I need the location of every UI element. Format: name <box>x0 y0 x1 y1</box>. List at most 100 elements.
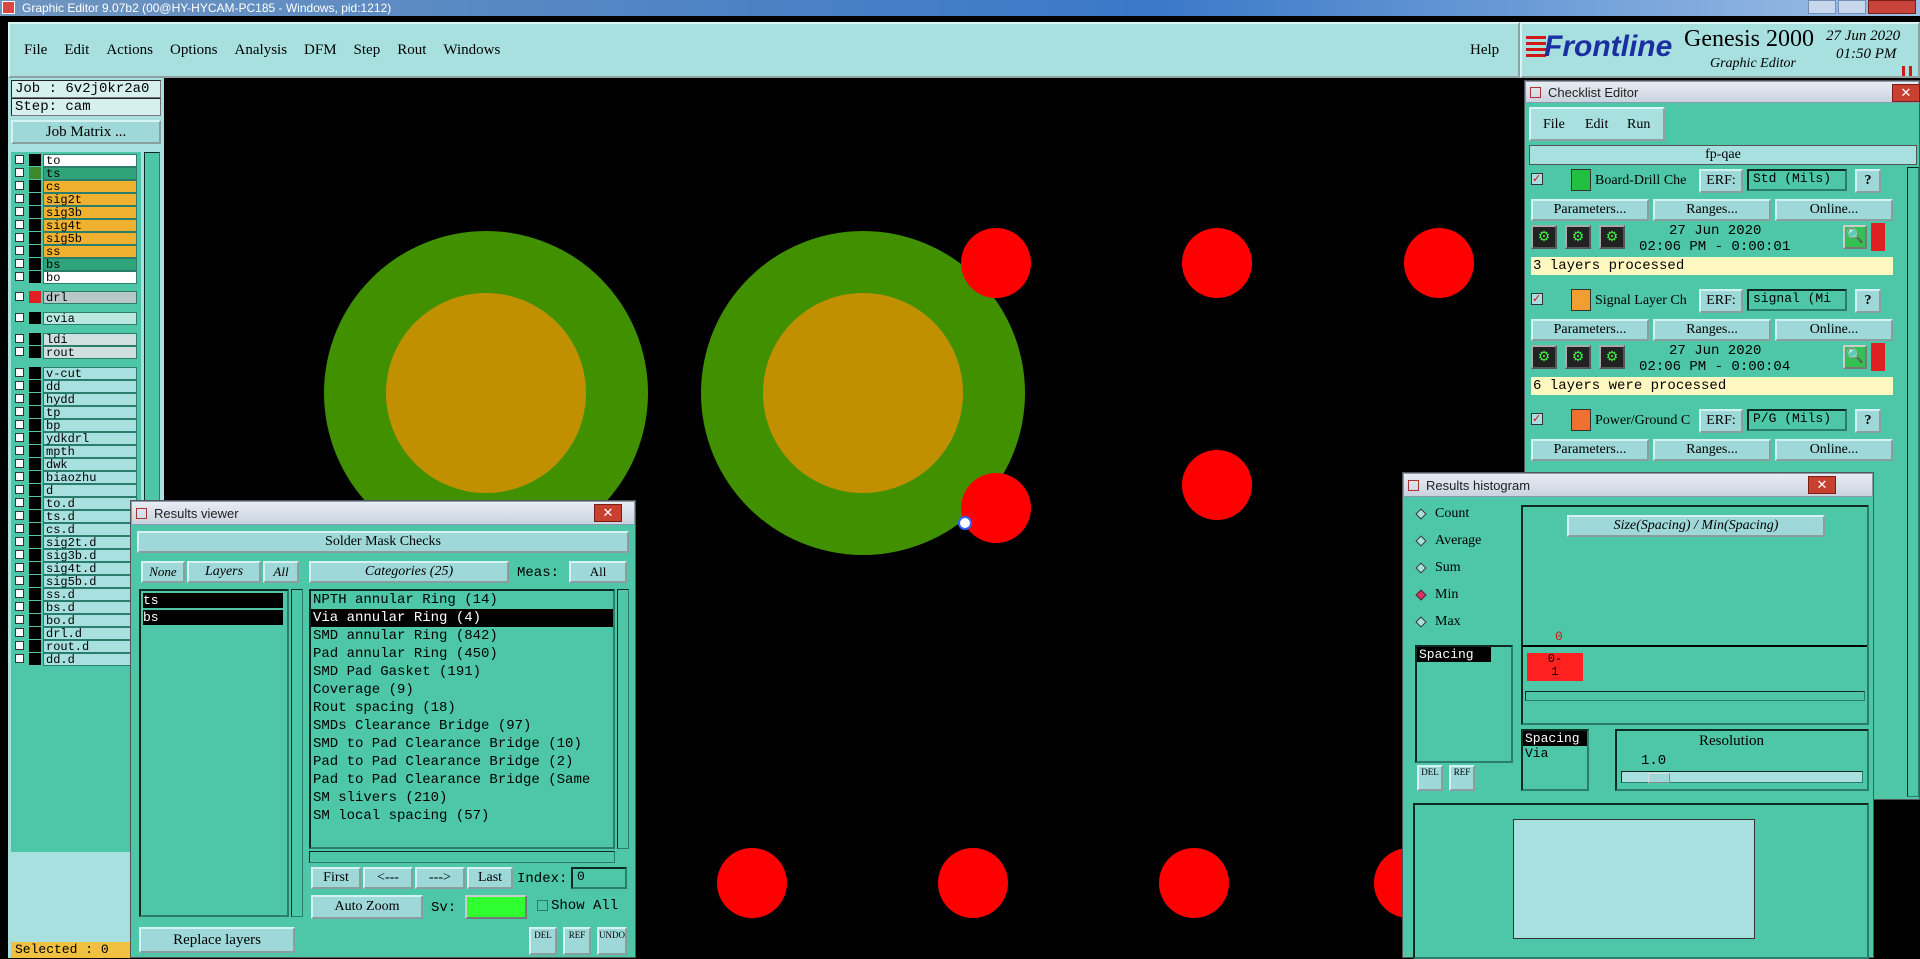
layer-swatch[interactable] <box>29 484 41 496</box>
layer-checkbox[interactable] <box>15 194 24 203</box>
layer-name[interactable]: rout <box>43 346 137 360</box>
layer-checkbox[interactable] <box>15 272 24 281</box>
layer-swatch[interactable] <box>29 206 41 218</box>
run-icon[interactable]: ⚙ <box>1599 225 1625 249</box>
next-button[interactable]: ---> <box>415 867 465 889</box>
layer-row[interactable]: ts <box>13 167 139 181</box>
layer-name[interactable]: rout.d <box>43 640 137 654</box>
layer-row[interactable]: to.d <box>13 497 139 511</box>
layer-checkbox[interactable] <box>15 537 24 546</box>
layer-row[interactable]: sig4t <box>13 219 139 233</box>
menu-windows[interactable]: Windows <box>443 42 500 59</box>
layer-name[interactable]: ss <box>43 245 137 259</box>
layer-swatch[interactable] <box>29 575 41 587</box>
layer-name[interactable]: cs.d <box>43 523 137 537</box>
menu-actions[interactable]: Actions <box>106 42 153 59</box>
layer-row[interactable]: cs.d <box>13 523 139 537</box>
layer-checkbox[interactable] <box>15 641 24 650</box>
layer-row[interactable]: dd <box>13 380 139 394</box>
layer-name[interactable]: ts.d <box>43 510 137 524</box>
all-layers-button[interactable]: All <box>263 561 299 583</box>
layer-row[interactable]: rout.d <box>13 640 139 654</box>
layer-name[interactable]: bs.d <box>43 601 137 615</box>
layer-name[interactable]: sig2t.d <box>43 536 137 550</box>
layer-swatch[interactable] <box>29 419 41 431</box>
parameters-button[interactable]: Parameters... <box>1531 439 1649 461</box>
list-item[interactable]: Coverage (9) <box>311 681 613 699</box>
layer-name[interactable]: drl <box>43 291 137 305</box>
layer-row[interactable]: ldi <box>13 333 139 347</box>
layer-swatch[interactable] <box>29 333 41 345</box>
layer-swatch[interactable] <box>29 497 41 509</box>
layer-checkbox[interactable] <box>15 233 24 242</box>
run-icon[interactable]: ⚙ <box>1565 345 1591 369</box>
layer-name[interactable]: sig3b <box>43 206 137 220</box>
layer-name[interactable]: v-cut <box>43 367 137 381</box>
menu-file[interactable]: File <box>24 42 47 59</box>
minimize-button[interactable] <box>1808 0 1836 14</box>
list-item[interactable]: Spacing <box>1523 731 1587 746</box>
layer-row[interactable]: ss.d <box>13 588 139 602</box>
layer-name[interactable]: sig5b.d <box>43 575 137 589</box>
layer-name[interactable]: d <box>43 484 137 498</box>
layer-name[interactable]: to <box>43 154 137 168</box>
layer-row[interactable]: sig3b.d <box>13 549 139 563</box>
layer-row[interactable]: d <box>13 484 139 498</box>
last-button[interactable]: Last <box>467 867 513 889</box>
radio-diamond-icon[interactable] <box>1415 589 1427 601</box>
layer-checkbox[interactable] <box>15 420 24 429</box>
layer-name[interactable]: hydd <box>43 393 137 407</box>
layer-checkbox[interactable] <box>15 628 24 637</box>
ranges-button[interactable]: Ranges... <box>1653 439 1771 461</box>
parameters-button[interactable]: Parameters... <box>1531 319 1649 341</box>
index-input[interactable]: 0 <box>571 867 627 889</box>
run-icon[interactable]: ⚙ <box>1565 225 1591 249</box>
layer-checkbox[interactable] <box>15 292 24 301</box>
layer-swatch[interactable] <box>29 432 41 444</box>
layer-swatch[interactable] <box>29 549 41 561</box>
parameters-button[interactable]: Parameters... <box>1531 199 1649 221</box>
layer-row[interactable]: bs <box>13 258 139 272</box>
list-item[interactable]: Spacing <box>1417 647 1491 662</box>
layer-swatch[interactable] <box>29 180 41 192</box>
layer-name[interactable]: bo.d <box>43 614 137 628</box>
layer-swatch[interactable] <box>29 393 41 405</box>
help-icon[interactable]: ? <box>1855 169 1881 193</box>
histogram-bar[interactable]: 0- 1 <box>1527 653 1583 681</box>
layer-checkbox[interactable] <box>15 589 24 598</box>
layer-checkbox[interactable] <box>15 459 24 468</box>
layer-row[interactable]: bo.d <box>13 614 139 628</box>
layer-list-scrollbar[interactable] <box>291 589 303 917</box>
menu-step[interactable]: Step <box>354 42 381 59</box>
layer-name[interactable]: bs <box>43 258 137 272</box>
layer-name[interactable]: sig3b.d <box>43 549 137 563</box>
layer-row[interactable]: cvia <box>13 312 139 326</box>
layer-swatch[interactable] <box>29 232 41 244</box>
layer-checkbox[interactable] <box>15 563 24 572</box>
list-item[interactable]: Pad annular Ring (450) <box>311 645 613 663</box>
help-icon[interactable]: ? <box>1855 409 1881 433</box>
window-close-button[interactable] <box>1868 0 1916 14</box>
erf-value[interactable]: P/G (Mils) <box>1747 409 1847 431</box>
layer-swatch[interactable] <box>29 271 41 283</box>
layer-row[interactable]: ts.d <box>13 510 139 524</box>
radio-diamond-icon[interactable] <box>1415 616 1427 628</box>
layer-row[interactable]: ydkdrl <box>13 432 139 446</box>
layer-row[interactable]: ss <box>13 245 139 259</box>
layer-name[interactable]: bo <box>43 271 137 285</box>
layer-checkbox[interactable] <box>15 485 24 494</box>
list-item[interactable]: bs <box>143 610 283 625</box>
layer-checkbox[interactable] <box>15 381 24 390</box>
layer-swatch[interactable] <box>29 588 41 600</box>
checklist-menu-file[interactable]: File <box>1543 117 1565 133</box>
action-name[interactable]: Power/Ground C <box>1595 413 1695 429</box>
layer-checkbox[interactable] <box>15 259 24 268</box>
list-item[interactable]: Via <box>1523 746 1587 761</box>
layer-checkbox[interactable] <box>15 347 24 356</box>
show-all-checkbox[interactable] <box>537 900 548 911</box>
menu-options[interactable]: Options <box>170 42 218 59</box>
layer-checkbox[interactable] <box>15 433 24 442</box>
layer-swatch[interactable] <box>29 523 41 535</box>
close-button[interactable]: ✕ <box>1892 84 1920 102</box>
sv-color-select[interactable] <box>465 895 527 919</box>
